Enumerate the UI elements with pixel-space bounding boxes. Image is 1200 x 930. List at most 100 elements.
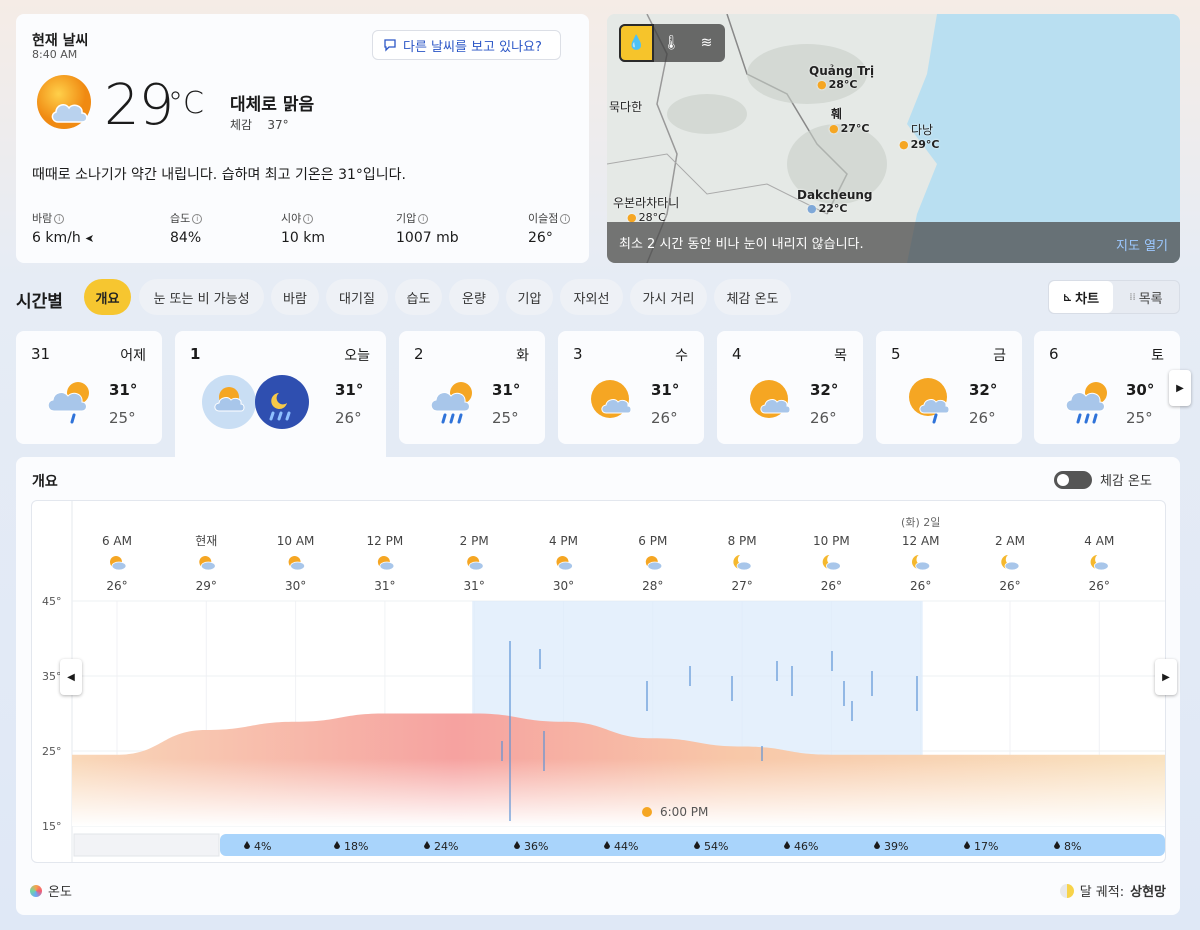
map-city[interactable]: Quảng Trị ● 28°C [809, 64, 874, 91]
feels-like-toggle[interactable]: 체감 온도 [1054, 470, 1152, 489]
hour-label: 8 PM [728, 534, 757, 548]
day-number: 31 [31, 345, 51, 363]
cloud-icon [200, 561, 216, 571]
hourly-title: 시간별 [16, 292, 63, 312]
day-number: 3 [573, 345, 583, 363]
metric-label: 바람 [32, 212, 53, 225]
city-name: 훼 [831, 107, 843, 121]
map-footer: 최소 2 시간 동안 비나 눈이 내리지 않습니다. 지도 열기 [607, 222, 1180, 263]
day-low: 26° [810, 409, 837, 427]
tab-wind[interactable]: 바람 [271, 279, 319, 315]
moon-label: 달 궤적: [1079, 885, 1125, 900]
day-card[interactable]: 4 목 32° 26° [717, 331, 863, 444]
chart-prev-button[interactable]: ◀ [60, 659, 82, 695]
temperature-legend-icon [30, 884, 42, 897]
precip-chance-label: 18% [344, 840, 368, 853]
cloud-icon [1004, 561, 1020, 571]
tab-uv[interactable]: 자외선 [560, 279, 623, 315]
hour-label: 12 AM [902, 534, 940, 548]
day-low: 26° [651, 409, 678, 427]
list-view-button[interactable]: ⁞⁞ 목록 [1113, 281, 1179, 313]
day-name: 오늘 [344, 348, 370, 364]
cloud-icon [826, 561, 841, 571]
hour-temp-label: 29° [196, 579, 217, 593]
metric-value: 84% [170, 230, 202, 246]
map-city[interactable]: 다낭 ● 29°C [899, 121, 940, 151]
hour-temp-label: 26° [1089, 579, 1110, 593]
metric-pressure[interactable]: 기압 i 1007 mb [396, 210, 459, 246]
open-map-link[interactable]: 지도 열기 [1116, 235, 1168, 254]
tab-cloud-cover[interactable]: 운량 [449, 279, 499, 315]
cloud-icon [558, 561, 573, 571]
rain-cloud-icon [47, 382, 89, 424]
rain-cloud-icon [430, 382, 472, 424]
metric-dewpoint[interactable]: 이슬점 i 26° [528, 210, 571, 246]
thermometer-icon[interactable]: 🌡 [654, 24, 689, 62]
temperature-unit: °C [168, 86, 204, 121]
day-high: 32° [969, 381, 998, 399]
day-card[interactable]: 6 토 30° 25° [1034, 331, 1180, 444]
map-forecast-text: 최소 2 시간 동안 비나 눈이 내리지 않습니다. [619, 237, 864, 252]
day-high: 30° [1126, 381, 1155, 399]
map-city[interactable]: 훼 ● 27°C [829, 105, 870, 135]
current-condition: 대체로 맑음 [230, 95, 315, 115]
current-time: 8:40 AM [32, 48, 78, 61]
map-layer-toolbar: 💧 🌡 ≋ [619, 24, 725, 62]
precip-chance-label: 39% [884, 840, 908, 853]
info-icon: i [560, 214, 571, 224]
chart-next-button[interactable]: ▶ [1155, 659, 1177, 695]
day-card[interactable]: 31 어제 31° 25° [16, 331, 162, 444]
hour-temp-label: 31° [374, 579, 395, 593]
feels-like-toggle-label: 체감 온도 [1100, 474, 1152, 489]
hour-temp-label: 26° [910, 579, 931, 593]
tab-air-quality[interactable]: 대기질 [326, 279, 388, 315]
day-card[interactable]: 5 금 32° 26° [876, 331, 1022, 444]
precipitation-icon[interactable]: 💧 [619, 24, 654, 62]
date-marker: (화) 2일 [901, 515, 940, 529]
tab-overview[interactable]: 개요 [84, 279, 131, 315]
tab-precipitation[interactable]: 눈 또는 비 가능성 [139, 279, 264, 315]
tab-humidity[interactable]: 습도 [395, 279, 442, 315]
metric-visibility[interactable]: 시야 i 10 km [281, 210, 325, 246]
city-temp: 28°C [828, 78, 858, 91]
day-low: 25° [1126, 409, 1153, 427]
current-temperature: 29 [104, 73, 174, 138]
metric-wind[interactable]: 바람 i 6 km/h ➤ [32, 210, 94, 246]
precip-chance-label: 24% [434, 840, 458, 853]
metric-value: 26° [528, 230, 553, 246]
feels-like-label: 체감 [230, 118, 253, 132]
metric-humidity[interactable]: 습도 i 84% [170, 210, 203, 246]
precip-chance-label: 17% [974, 840, 998, 853]
hour-label: 4 PM [549, 534, 578, 548]
cloud-icon: ● [807, 202, 817, 215]
city-temp: 29°C [910, 138, 940, 151]
city-name: 다낭 [911, 123, 934, 137]
metric-label: 습도 [170, 212, 191, 225]
metric-value: 10 km [281, 230, 326, 246]
tab-feels-like[interactable]: 체감 온도 [714, 279, 791, 315]
next-days-button[interactable]: ▶ [1169, 370, 1191, 406]
city-temp: 27°C [840, 122, 870, 135]
other-weather-label: 다른 날씨를 보고 있나요? [403, 39, 542, 55]
map-city[interactable]: 묵다한 [609, 98, 642, 115]
info-icon: i [303, 214, 314, 224]
toggle-switch[interactable] [1054, 470, 1092, 489]
weather-map[interactable]: 💧 🌡 ≋ Quảng Trị ● 28°C 훼 ● 27°C 다낭 ● 29°C Dakc… [607, 14, 1180, 263]
chart-view-button[interactable]: ⊾ 차트 [1049, 281, 1113, 313]
tab-pressure[interactable]: 기압 [506, 279, 553, 315]
tab-visibility[interactable]: 가시 거리 [630, 279, 707, 315]
day-number: 2 [414, 345, 424, 363]
map-city[interactable]: Dakcheung ● 22°C [797, 188, 873, 215]
moon-phase-icon [1059, 883, 1074, 898]
day-card[interactable]: 2 화 31° 25° [399, 331, 545, 444]
map-city[interactable]: 우본라차타니 ● 28°C [613, 194, 679, 224]
day-low: 26° [335, 409, 362, 427]
day-card-today[interactable]: 1 오늘 31° 26° [175, 331, 386, 457]
hour-label: 2 AM [995, 534, 1025, 548]
day-low: 25° [492, 409, 519, 427]
day-high: 32° [810, 381, 839, 399]
list-icon: ⁞⁞ [1129, 291, 1136, 303]
day-card[interactable]: 3 수 31° 26° [558, 331, 704, 444]
wind-icon[interactable]: ≋ [689, 24, 724, 62]
other-weather-button[interactable]: 다른 날씨를 보고 있나요? [372, 30, 561, 60]
